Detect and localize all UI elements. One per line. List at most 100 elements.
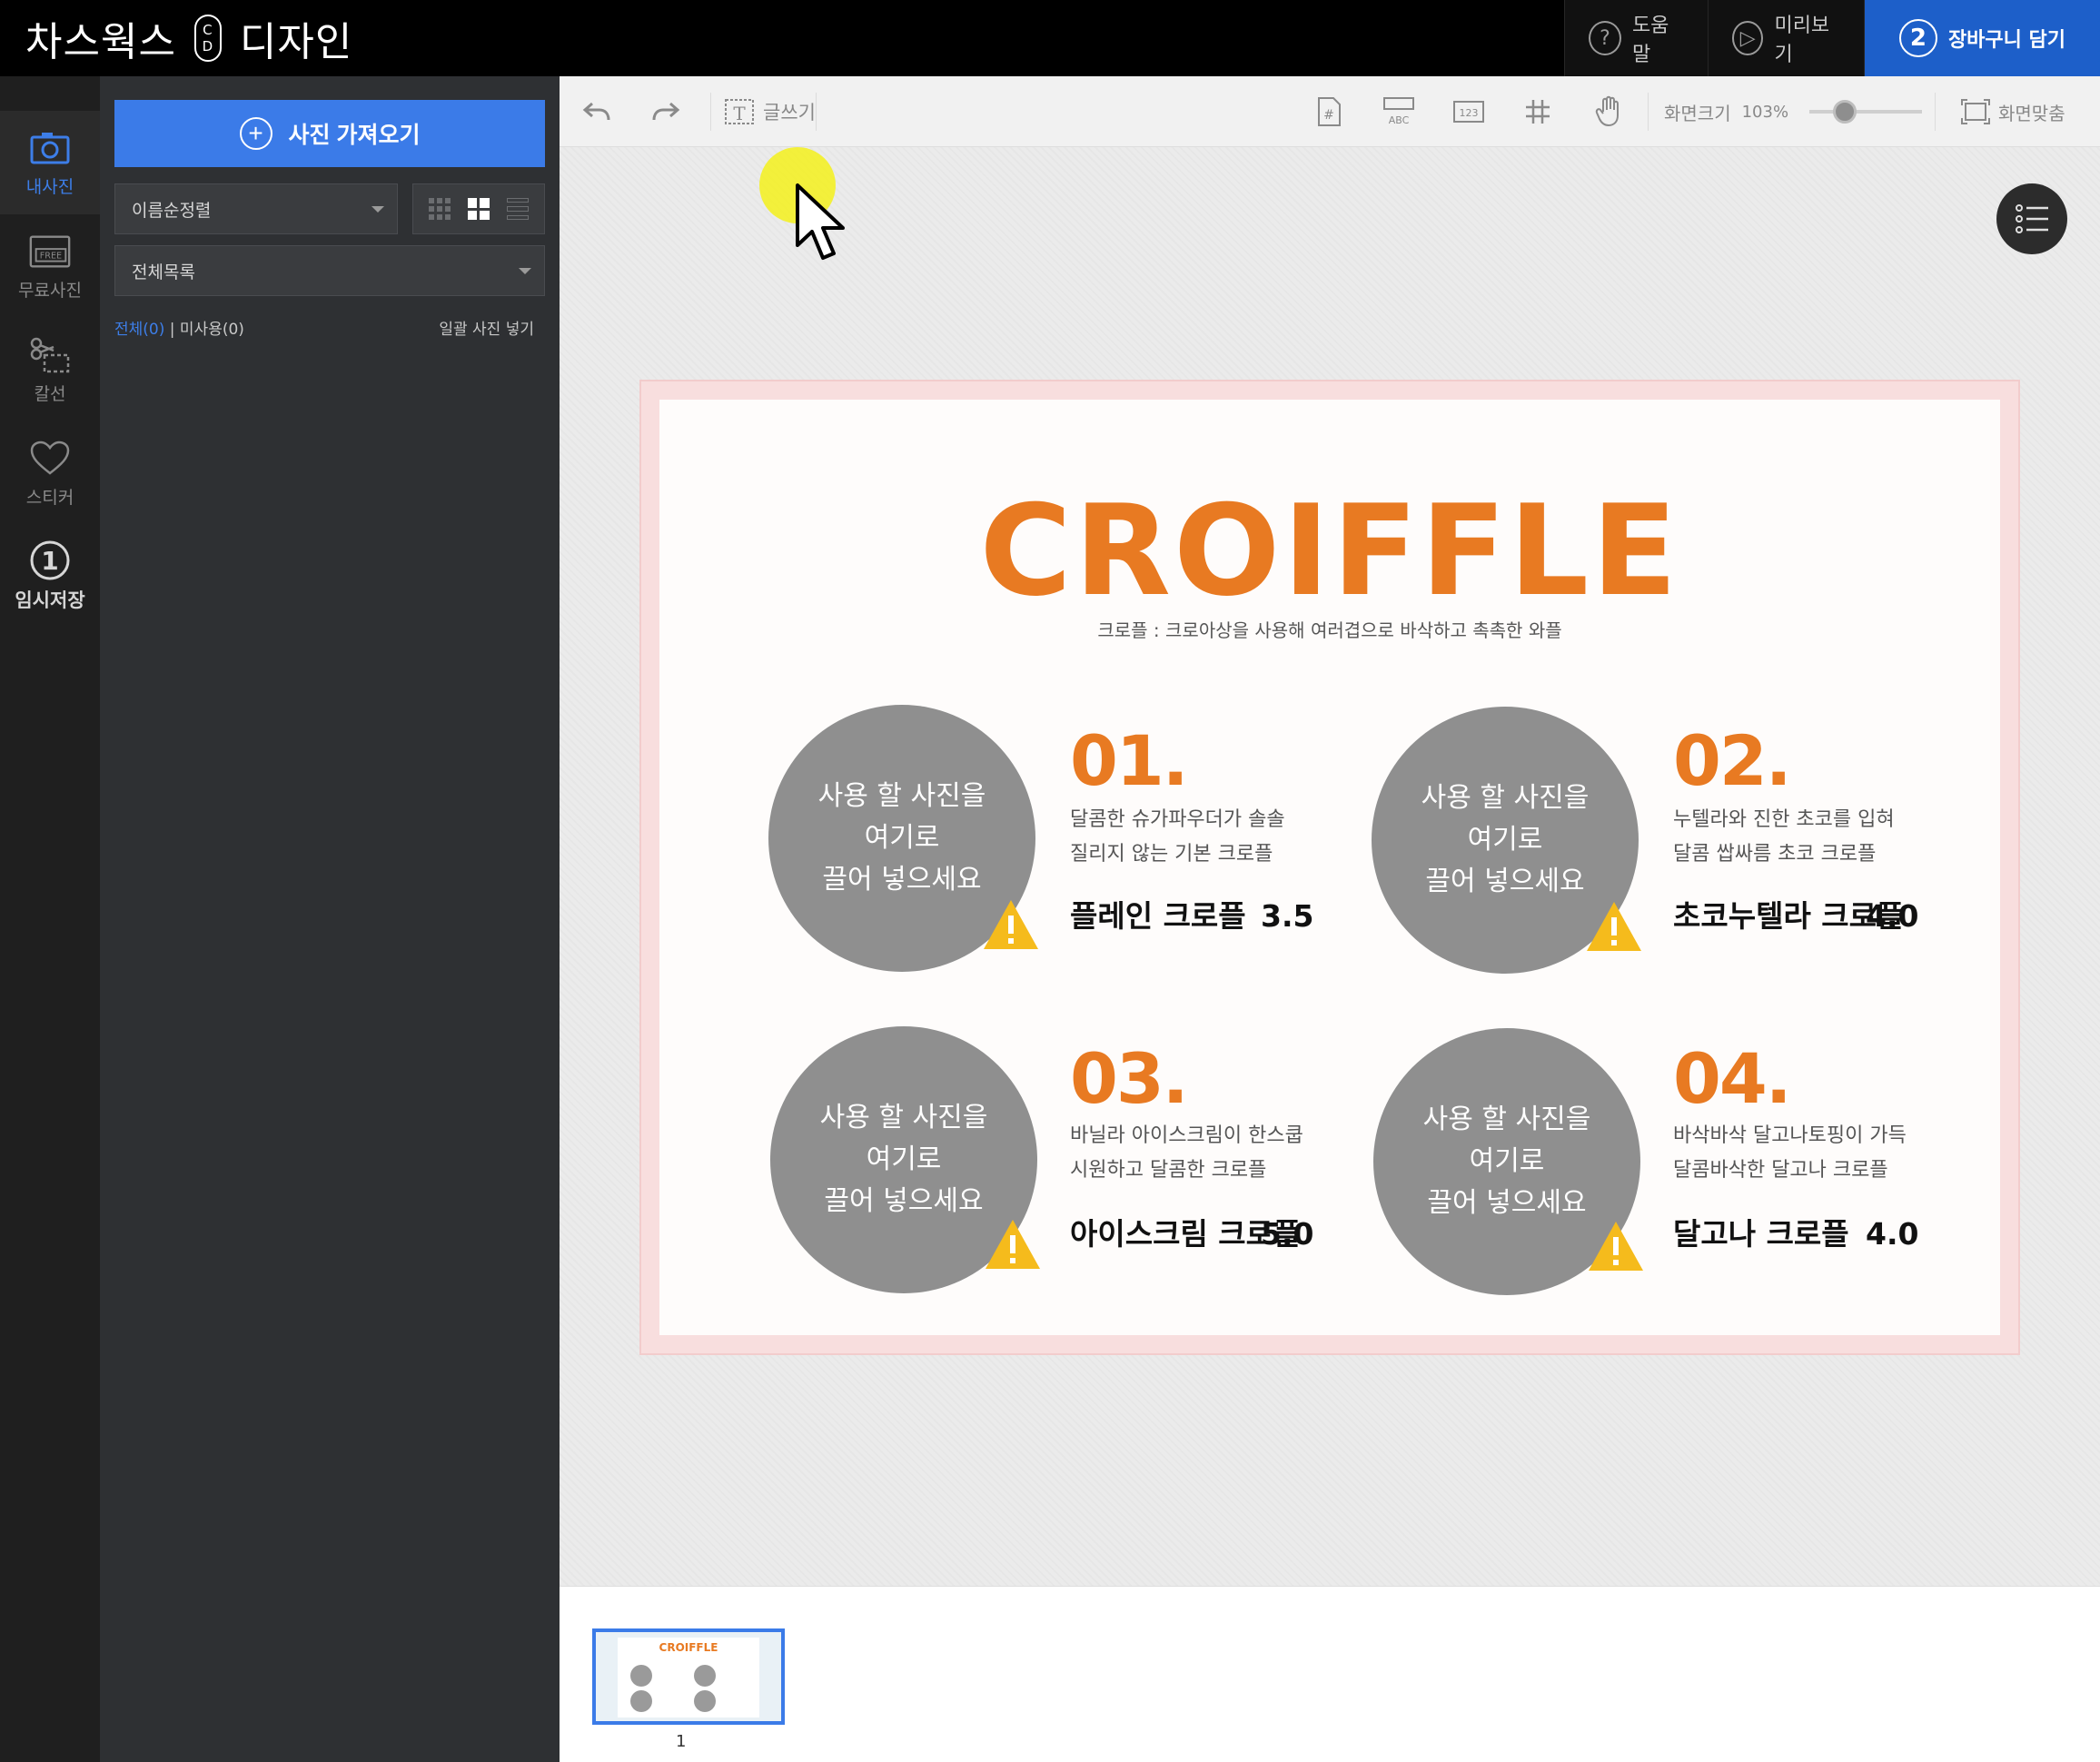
rail-item-sticker[interactable]: 스티커 [0,421,100,525]
text-tool-button[interactable]: T 글쓰기 [723,76,816,147]
item-description[interactable]: 바삭바삭 달고나토핑이 가득 달콤바삭한 달고나 크로플 [1673,1119,1907,1188]
zoom-slider-track[interactable] [1809,110,1922,114]
help-button[interactable]: ? 도움말 [1564,0,1708,76]
grid-toggle[interactable] [1524,76,1551,147]
bulk-insert-link[interactable]: 일괄 사진 넣기 [439,316,534,339]
zoom-slider-handle[interactable] [1833,100,1857,124]
item-price[interactable]: 5.0 [1261,1219,1313,1249]
rail-label: 스티커 [25,487,74,508]
folder-select[interactable]: 전체목록 [114,245,545,296]
item-name[interactable]: 달고나 크로플 [1673,1219,1849,1249]
fit-screen-button[interactable]: 화면맞춤 [1960,76,2065,147]
grid-small-icon[interactable] [429,198,451,220]
design-title[interactable]: CROIFFLE [659,489,2000,614]
filter-all-link[interactable]: 전체(0) [114,321,164,339]
item-price[interactable]: 3.5 [1261,901,1313,931]
svg-text:#: # [1323,108,1334,123]
item-number[interactable]: 03. [1070,1044,1189,1114]
design-page[interactable]: CROIFFLE 크로플 : 크로아상을 사용해 여러겹으로 바삭하고 촉촉한 … [659,400,2000,1335]
item-description[interactable]: 달콤한 슈가파우더가 솔솔 질리지 않는 기본 크로플 [1070,803,1285,872]
thumbnail-title: CROIFFLE [659,1641,718,1654]
rail-item-my-photos[interactable]: 내사진 [0,111,100,214]
photo-panel: + 사진 가져오기 이름순정렬 전체목록 전체(0) | 미사용(0) 일괄 사… [100,76,560,1762]
top-bar: 차스웍스 C D 디자인 ? 도움말 ▷ 미리보기 2 장바구니 담기 [0,0,2100,76]
toolbar-divider [816,93,817,131]
rail-item-free-photos[interactable]: FREE 무료사진 [0,214,100,318]
filter-separator: | [169,321,175,339]
preview-button[interactable]: ▷ 미리보기 [1708,0,1864,76]
play-icon: ▷ [1732,21,1764,55]
step-two-icon: 2 [1898,19,1937,57]
sort-select-value: 이름순정렬 [132,200,212,221]
layer-list-button[interactable] [1996,183,2067,254]
list-icon [2016,204,2048,233]
chevron-down-icon [519,268,531,274]
rail-label: 임시저장 [15,589,85,611]
thumbnail-circle [694,1665,716,1687]
redo-icon [652,102,680,121]
undo-button[interactable] [581,76,612,147]
brand-logo: 차스웍스 C D 디자인 [25,0,352,76]
pan-tool[interactable] [1595,76,1624,147]
design-subtitle[interactable]: 크로플 : 크로아상을 사용해 여러겹으로 바삭하고 촉촉한 와플 [659,616,2000,642]
editor-toolbar: T 글쓰기 # ABC 123 화면크기 103% 화면맞춤 [560,76,2100,147]
page-thumbnail[interactable]: CROIFFLE [592,1628,785,1725]
list-view-icon[interactable] [506,198,529,220]
fit-screen-icon [1961,99,1990,124]
top-actions: ? 도움말 ▷ 미리보기 2 장바구니 담기 [1564,0,2100,76]
sort-select[interactable]: 이름순정렬 [114,183,398,234]
warning-icon [1587,902,1641,951]
drop-zone-hint: 사용 할 사진을 여기로 끌어 넣으세요 [819,1102,988,1217]
help-label: 도움말 [1631,15,1669,66]
item-price[interactable]: 4.0 [1866,1219,1918,1249]
folder-select-value: 전체목록 [132,262,195,282]
svg-text:ABC: ABC [1389,114,1410,126]
rail-item-cut-line[interactable]: 칼선 [0,318,100,421]
toolbar-divider [1935,93,1936,131]
scissors-icon [27,335,73,375]
page-number-label: 1 [676,1732,687,1751]
redo-button[interactable] [650,76,681,147]
warning-icon [1589,1222,1643,1271]
brand-name-right: 디자인 [239,19,353,65]
item-description[interactable]: 누텔라와 진한 초코를 입혀 달콤 쌉싸름 초코 크로플 [1673,803,1895,872]
item-number[interactable]: 02. [1673,727,1792,796]
toolbar-divider [710,93,711,131]
svg-text:123: 123 [1460,107,1479,119]
free-photo-icon: FREE [27,232,73,272]
brand-name-left: 차스웍스 [25,19,176,65]
add-to-cart-label: 장바구니 담기 [1947,29,2066,52]
item-number[interactable]: 04. [1673,1044,1792,1114]
photo-filter-row: 전체(0) | 미사용(0) 일괄 사진 넣기 [114,316,545,339]
item-price[interactable]: 4.0 [1866,901,1918,931]
number-field-tool[interactable]: 123 [1451,76,1486,147]
thumbnail-circle [694,1690,716,1712]
design-page-bleed: CROIFFLE 크로플 : 크로아상을 사용해 여러겹으로 바삭하고 촉촉한 … [639,380,2020,1355]
import-photos-button[interactable]: + 사진 가져오기 [114,100,545,167]
filter-unused-link[interactable]: 미사용(0) [180,321,244,339]
fit-screen-label: 화면맞춤 [1998,102,2065,124]
warning-icon [986,1220,1040,1269]
item-name[interactable]: 플레인 크로플 [1070,901,1246,931]
item-description[interactable]: 바닐라 아이스크림이 한스쿱 시원하고 달콤한 크로플 [1070,1119,1303,1188]
svg-text:FREE: FREE [40,251,62,261]
mouse-cursor-icon [796,183,845,260]
number-one-icon: 1 [27,540,73,580]
grid-large-icon[interactable] [467,198,490,220]
camera-icon [27,128,73,168]
rail-label: 무료사진 [18,280,82,301]
add-to-cart-button[interactable]: 2 장바구니 담기 [1864,0,2100,76]
text-box-icon: T [725,99,754,124]
number-field-icon: 123 [1453,101,1484,123]
question-icon: ? [1589,21,1621,55]
abc-field-icon: ABC [1383,97,1414,126]
left-tool-rail: 내사진 FREE 무료사진 칼선 스티커 1 임시저장 [0,76,100,1762]
rail-item-temp-save[interactable]: 1 임시저장 [0,525,100,629]
page-thumbnail-strip: CROIFFLE 1 [560,1586,2100,1762]
page-number-tool[interactable]: # [1315,76,1342,147]
zoom-value: 103% [1741,102,1789,122]
svg-text:T: T [733,103,746,124]
text-field-tool[interactable]: ABC [1381,76,1417,147]
item-number[interactable]: 01. [1070,727,1189,796]
warning-icon [984,900,1038,949]
